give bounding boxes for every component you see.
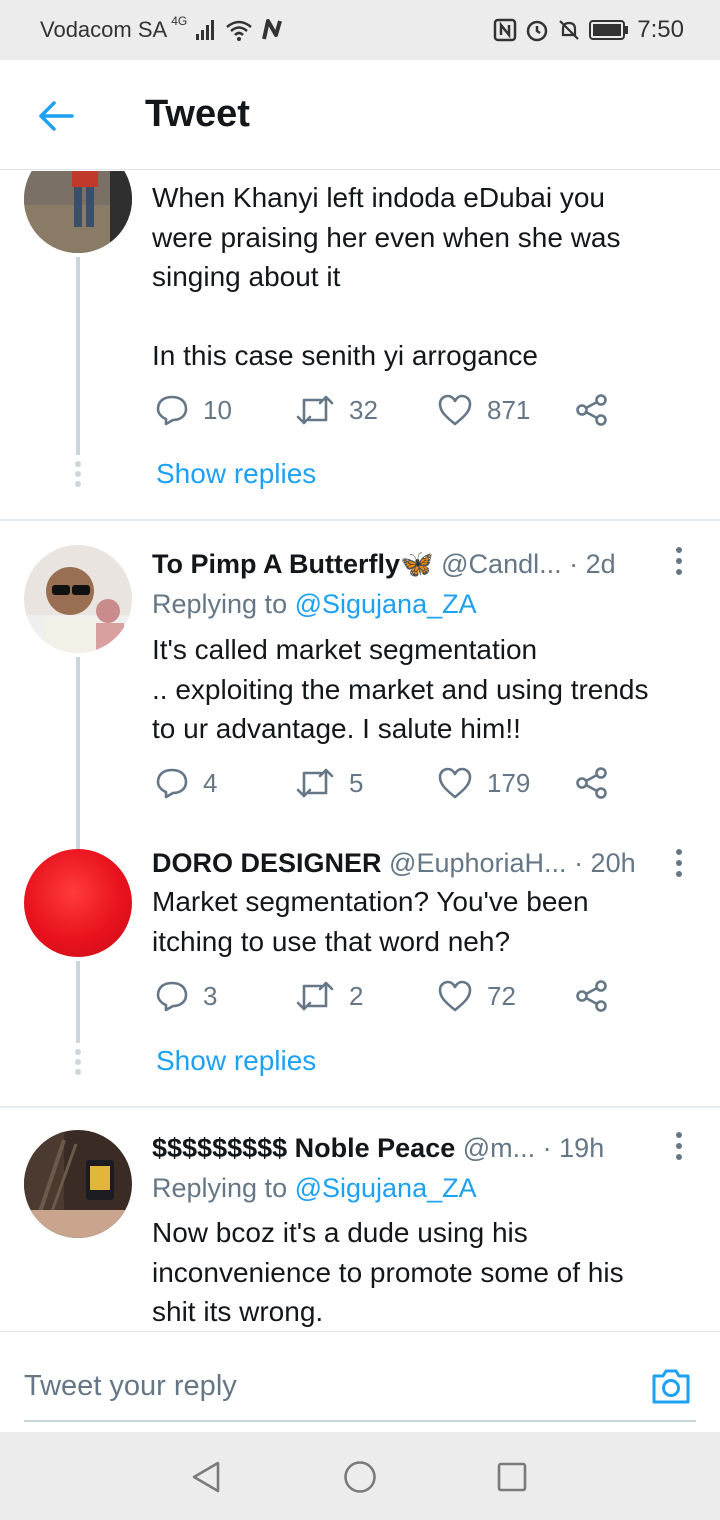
thread-line [76,657,80,851]
nav-recents-icon[interactable] [496,1461,528,1493]
tweet-text: Now bcoz it's a dude using his inconveni… [152,1217,624,1327]
author-handle[interactable]: @EuphoriaH... [389,848,567,878]
retweet-icon [296,768,334,798]
retweet-count: 5 [349,767,364,798]
tweet-actions: 4 5 179 [155,766,625,806]
retweet-button[interactable]: 32 [295,393,378,427]
like-button[interactable]: 72 [437,979,516,1013]
share-button[interactable] [575,766,609,800]
reply-count: 10 [203,394,232,425]
mute-icon [559,20,580,40]
like-button[interactable]: 871 [437,393,530,427]
author-handle[interactable]: @m... [463,1133,535,1163]
reply-count: 4 [203,767,218,798]
reply-count: 3 [203,980,218,1011]
retweet-button[interactable]: 5 [295,766,363,800]
like-button[interactable]: 179 [437,766,530,800]
tweet-text: When Khanyi left indoda eDubai you were … [152,182,621,371]
share-button[interactable] [575,393,609,427]
page-title: Tweet [145,93,250,135]
retweet-button[interactable]: 2 [295,979,363,1013]
tweet-meta: DORO DESIGNER @EuphoriaH... · 20h [152,848,636,879]
avatar[interactable] [24,545,132,653]
n-icon [262,19,283,40]
timestamp: · 19h [542,1133,605,1163]
nav-back-icon[interactable] [190,1460,222,1494]
share-icon [576,980,607,1012]
thread-line [76,257,80,455]
tweet-meta: $$$$$$$$$ Noble Peace @m... · 19h [152,1133,604,1164]
reply-button[interactable]: 3 [155,979,217,1013]
camera-icon[interactable] [650,1366,692,1406]
retweet-icon [296,395,334,425]
thread-ellipsis [74,461,82,491]
avatar[interactable] [24,849,132,957]
reply-to-link[interactable]: @Sigujana_ZA [295,1173,477,1203]
timestamp: · 2d [569,549,616,579]
like-count: 72 [487,980,516,1011]
share-icon [576,767,607,799]
reply-to-link[interactable]: @Sigujana_ZA [295,589,477,619]
nfc-icon [494,18,517,42]
nav-home-icon[interactable] [343,1460,377,1494]
reply-composer: Tweet your reply [0,1331,720,1432]
reply-icon [156,768,188,799]
thread-ellipsis [74,1049,82,1079]
replying-to: Replying to @Sigujana_ZA [152,1173,477,1203]
tweet-2[interactable]: DORO DESIGNER @EuphoriaH... · 20h Market… [0,841,720,1106]
tweet-actions: 3 2 72 [155,979,625,1019]
alarm-icon [527,20,548,42]
heart-icon [438,394,472,426]
timestamp: · 20h [574,848,636,878]
top-app-bar: Tweet [0,60,720,170]
share-icon [576,394,607,426]
retweet-count: 32 [349,394,378,425]
more-options-icon[interactable] [676,1132,684,1165]
author-name[interactable]: $$$$$$$$$ Noble Peace [152,1133,455,1163]
reply-button[interactable]: 10 [155,393,232,427]
reply-icon [156,395,188,426]
input-underline [24,1420,696,1422]
heart-icon [438,767,472,799]
reply-icon [156,981,188,1012]
signal-icon [196,20,215,40]
wifi-icon [226,20,253,41]
retweet-count: 2 [349,980,364,1011]
share-button[interactable] [575,979,609,1013]
clock: 7:50 [637,16,684,43]
reply-button[interactable]: 4 [155,766,217,800]
system-nav-bar [0,1432,720,1520]
like-count: 871 [487,394,531,425]
avatar[interactable] [24,171,132,253]
network-type: 4G [171,14,188,28]
tweet-1[interactable]: To Pimp A Butterfly🦋 @Candl... · 2d Repl… [0,521,720,851]
tweet-text: It's called market segmentation .. explo… [152,634,649,744]
tweet-3[interactable]: $$$$$$$$$ Noble Peace @m... · 19h Replyi… [0,1108,720,1331]
thread-line [76,961,80,1043]
avatar[interactable] [24,1130,132,1238]
tweet-actions: 10 32 871 [155,393,625,433]
battery-icon [589,20,629,40]
more-options-icon[interactable] [676,849,684,882]
like-count: 179 [487,767,531,798]
replies-feed[interactable]: When Khanyi left indoda eDubai you were … [0,171,720,1331]
back-arrow-icon[interactable] [36,96,76,136]
author-handle[interactable]: @Candl... [441,549,561,579]
status-bar: Vodacom SA 4G 7:50 [0,0,720,60]
reply-input[interactable]: Tweet your reply [24,1370,237,1403]
tweet-meta: To Pimp A Butterfly🦋 @Candl... · 2d [152,548,616,580]
heart-icon [438,980,472,1012]
tweet-text: Market segmentation? You've been itching… [152,886,589,957]
author-name[interactable]: DORO DESIGNER [152,848,382,878]
show-replies-link[interactable]: Show replies [156,1045,316,1077]
author-name[interactable]: To Pimp A Butterfly🦋 [152,549,434,579]
show-replies-link[interactable]: Show replies [156,458,316,490]
replying-to: Replying to @Sigujana_ZA [152,589,477,619]
tweet-0[interactable]: When Khanyi left indoda eDubai you were … [0,171,720,520]
retweet-icon [296,981,334,1011]
carrier-label: Vodacom SA [40,17,168,42]
more-options-icon[interactable] [676,547,684,580]
